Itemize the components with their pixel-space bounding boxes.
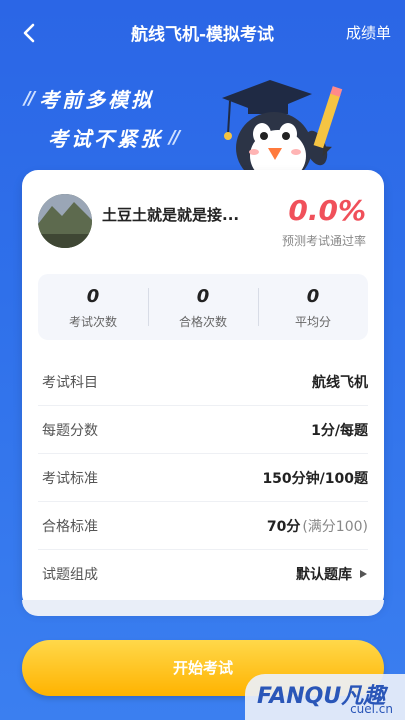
detail-value: 1分/每题 xyxy=(311,422,368,439)
watermark-logo: FANQU凡趣 cuel.cn xyxy=(245,674,405,720)
detail-row-exam-standard: 考试标准 150分钟/100题 xyxy=(38,454,368,502)
pass-rate-label: 预测考试通过率 xyxy=(281,234,366,248)
detail-row-subject: 考试科目 航线飞机 xyxy=(38,358,368,406)
watermark-subtext: cuel.cn xyxy=(350,702,393,716)
penguin-mascot-icon xyxy=(222,80,343,184)
detail-value: 150分钟/100题 xyxy=(262,470,368,487)
exam-info-card: 土豆土就是就是接... 0.0% 预测考试通过率 0 考试次数 0 合格次数 0… xyxy=(22,170,384,610)
detail-row-question-bank[interactable]: 试题组成 默认题库 xyxy=(38,550,368,598)
detail-label: 合格标准 xyxy=(42,518,98,535)
stat-label: 平均分 xyxy=(294,315,331,329)
pass-rate-value: 0.0% xyxy=(288,194,366,227)
stat-value: 0 xyxy=(196,286,210,307)
detail-value: 航线飞机 xyxy=(312,374,368,391)
stat-pass-count: 0 合格次数 xyxy=(148,274,258,340)
triangle-right-icon xyxy=(360,570,367,578)
report-card-link[interactable]: 成绩单 xyxy=(346,22,391,43)
detail-label: 考试标准 xyxy=(42,470,98,487)
detail-label: 考试科目 xyxy=(42,374,98,391)
stats-panel: 0 考试次数 0 合格次数 0 平均分 xyxy=(38,274,368,340)
detail-label: 试题组成 xyxy=(42,567,98,583)
slogan-text-1: 考前多模拟 xyxy=(39,88,155,112)
stat-value: 0 xyxy=(86,286,100,307)
stat-exam-count: 0 考试次数 xyxy=(38,274,148,340)
slash-decoration: // xyxy=(24,88,35,109)
username: 土豆土就是就是接... xyxy=(102,206,240,224)
detail-row-points-per-question: 每题分数 1分/每题 xyxy=(38,406,368,454)
stat-average-score: 0 平均分 xyxy=(258,274,368,340)
stat-value: 0 xyxy=(306,286,320,307)
question-bank-selector[interactable]: 默认题库 xyxy=(296,564,368,584)
slogan-line-2: 考试不紧张 // xyxy=(48,123,184,152)
slash-decoration: // xyxy=(169,127,180,148)
detail-row-pass-standard: 合格标准 70分 (满分100) xyxy=(38,502,368,550)
page-title: 航线飞机-模拟考试 xyxy=(130,25,275,45)
stat-label: 合格次数 xyxy=(178,315,227,329)
avatar xyxy=(38,194,92,248)
card-shadow-edge xyxy=(22,600,384,616)
exam-details-list: 考试科目 航线飞机 每题分数 1分/每题 考试标准 150分钟/100题 合格标… xyxy=(38,358,368,598)
slogan-text-2: 考试不紧张 xyxy=(48,127,163,151)
detail-sub-value: (满分100) xyxy=(302,518,368,535)
stat-label: 考试次数 xyxy=(68,315,117,329)
slogan: // 考前多模拟 考试不紧张 // xyxy=(18,84,184,152)
detail-value: 70分 (满分100) xyxy=(267,516,368,536)
slogan-line-1: // 考前多模拟 xyxy=(18,84,184,113)
detail-label: 每题分数 xyxy=(42,422,98,439)
